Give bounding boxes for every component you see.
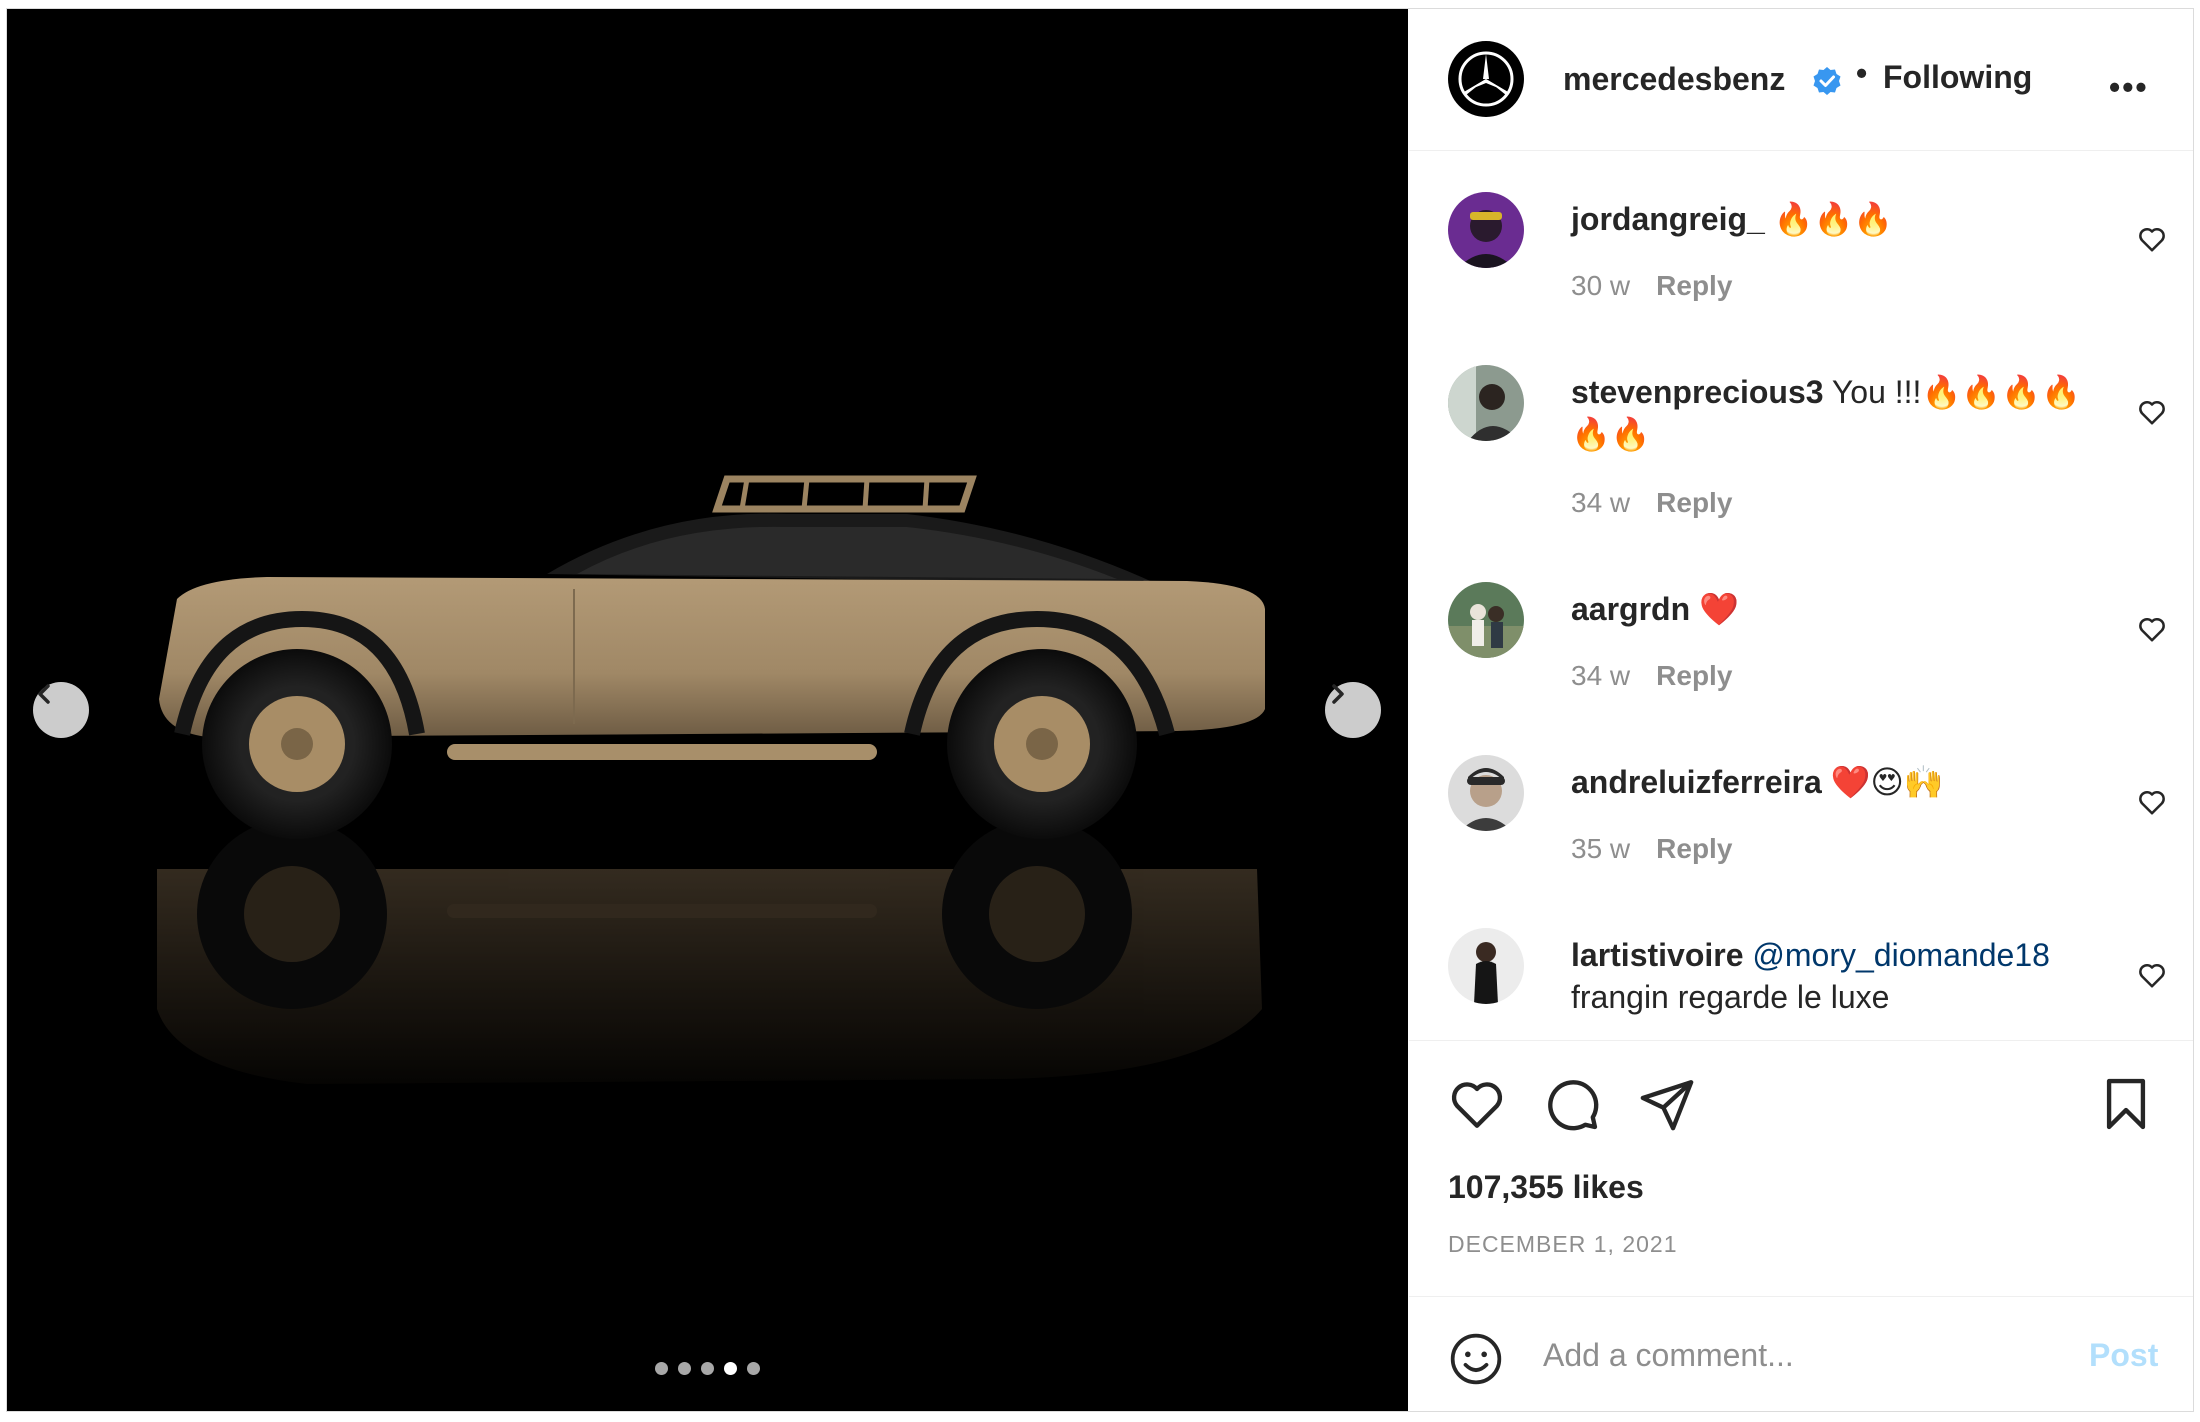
reply-button[interactable]: Reply	[1656, 487, 1732, 518]
next-media-button[interactable]	[1325, 682, 1381, 738]
post-side-panel: mercedesbenz • Following ••• jordangreig…	[1409, 9, 2193, 1411]
comment-text: frangin regarde le luxe	[1571, 979, 1890, 1015]
avatar[interactable]	[1448, 582, 1524, 658]
like-icon[interactable]	[1448, 1075, 1506, 1133]
comment-username[interactable]: andreluizferreira	[1571, 764, 1822, 800]
carousel-indicator	[7, 1362, 1408, 1375]
reply-button[interactable]: Reply	[1656, 660, 1732, 691]
comment-text: ❤️	[1699, 591, 1739, 627]
comment-age: 34 w	[1571, 660, 1631, 691]
reply-button[interactable]: Reply	[1656, 270, 1732, 301]
emoji-icon[interactable]	[1448, 1331, 1504, 1387]
post-header: mercedesbenz • Following •••	[1409, 9, 2193, 151]
comment-username[interactable]: stevenprecious3	[1571, 374, 1824, 410]
comment-age: 35 w	[1571, 833, 1631, 864]
comment-input[interactable]	[1543, 1327, 2043, 1383]
comment-username[interactable]: jordangreig_	[1571, 201, 1765, 237]
following-button[interactable]: Following	[1883, 59, 2032, 96]
separator: •	[1856, 55, 1868, 91]
post-date: DECEMBER 1, 2021	[1448, 1231, 1678, 1257]
heart-icon[interactable]	[2137, 960, 2167, 990]
car-photo	[157, 475, 1265, 1084]
heart-icon[interactable]	[2137, 614, 2167, 644]
post-username[interactable]: mercedesbenz	[1563, 61, 1785, 98]
previous-media-button[interactable]	[33, 682, 89, 738]
heart-icon[interactable]	[2137, 224, 2167, 254]
comment-text: 🔥🔥🔥	[1773, 201, 1894, 237]
carousel-dot	[655, 1362, 668, 1375]
chevron-right-icon	[1332, 684, 1344, 704]
comments-list[interactable]: jordangreig_ 🔥🔥🔥 30 w Reply stevenpreciou…	[1409, 152, 2193, 1040]
save-icon[interactable]	[2097, 1075, 2155, 1133]
carousel-dot	[724, 1362, 737, 1375]
avatar[interactable]	[1448, 755, 1524, 831]
avatar[interactable]	[1448, 41, 1524, 117]
likes-count[interactable]: 107,355 likes	[1448, 1169, 1644, 1206]
more-options-button[interactable]: •••	[2109, 69, 2149, 106]
comment-text: ❤️😍🙌	[1830, 764, 1944, 800]
mercedes-star-logo	[1458, 51, 1514, 107]
comment-age: 34 w	[1571, 487, 1631, 518]
post-media[interactable]	[7, 9, 1408, 1411]
avatar[interactable]	[1448, 365, 1524, 441]
carousel-dot	[701, 1362, 714, 1375]
post-dialog: mercedesbenz • Following ••• jordangreig…	[6, 8, 2194, 1412]
comment-username[interactable]: lartistivoire	[1571, 937, 1744, 973]
post-comment-button[interactable]: Post	[2089, 1337, 2158, 1374]
comment-mention[interactable]: @mory_diomande18	[1752, 937, 2050, 973]
comment-username[interactable]: aargrdn	[1571, 591, 1690, 627]
avatar[interactable]	[1448, 192, 1524, 268]
post-actions: 107,355 likes DECEMBER 1, 2021	[1409, 1040, 2193, 1296]
comment-age: 30 w	[1571, 270, 1631, 301]
reply-button[interactable]: Reply	[1656, 833, 1732, 864]
heart-icon[interactable]	[2137, 397, 2167, 427]
comment-icon[interactable]	[1543, 1075, 1601, 1133]
verified-badge-icon	[1813, 67, 1841, 95]
carousel-dot	[678, 1362, 691, 1375]
heart-icon[interactable]	[2137, 787, 2167, 817]
chevron-left-icon	[38, 684, 50, 704]
avatar[interactable]	[1448, 928, 1524, 1004]
carousel-dot	[747, 1362, 760, 1375]
comment-composer: Post	[1409, 1296, 2193, 1411]
share-icon[interactable]	[1638, 1075, 1696, 1133]
